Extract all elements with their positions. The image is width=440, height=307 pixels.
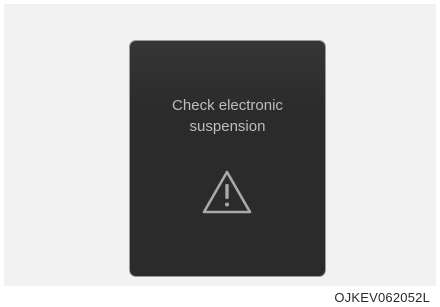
figure-code-caption: OJKEV062052L xyxy=(334,290,430,305)
cluster-display-panel: Check electronic suspension xyxy=(130,41,325,276)
warning-message-line-2: suspension xyxy=(189,118,266,135)
warning-message: Check electronic suspension xyxy=(130,95,325,137)
illustration-frame: Check electronic suspension xyxy=(4,4,436,286)
warning-triangle-icon xyxy=(202,170,252,214)
warning-message-line-1: Check electronic xyxy=(172,97,283,114)
